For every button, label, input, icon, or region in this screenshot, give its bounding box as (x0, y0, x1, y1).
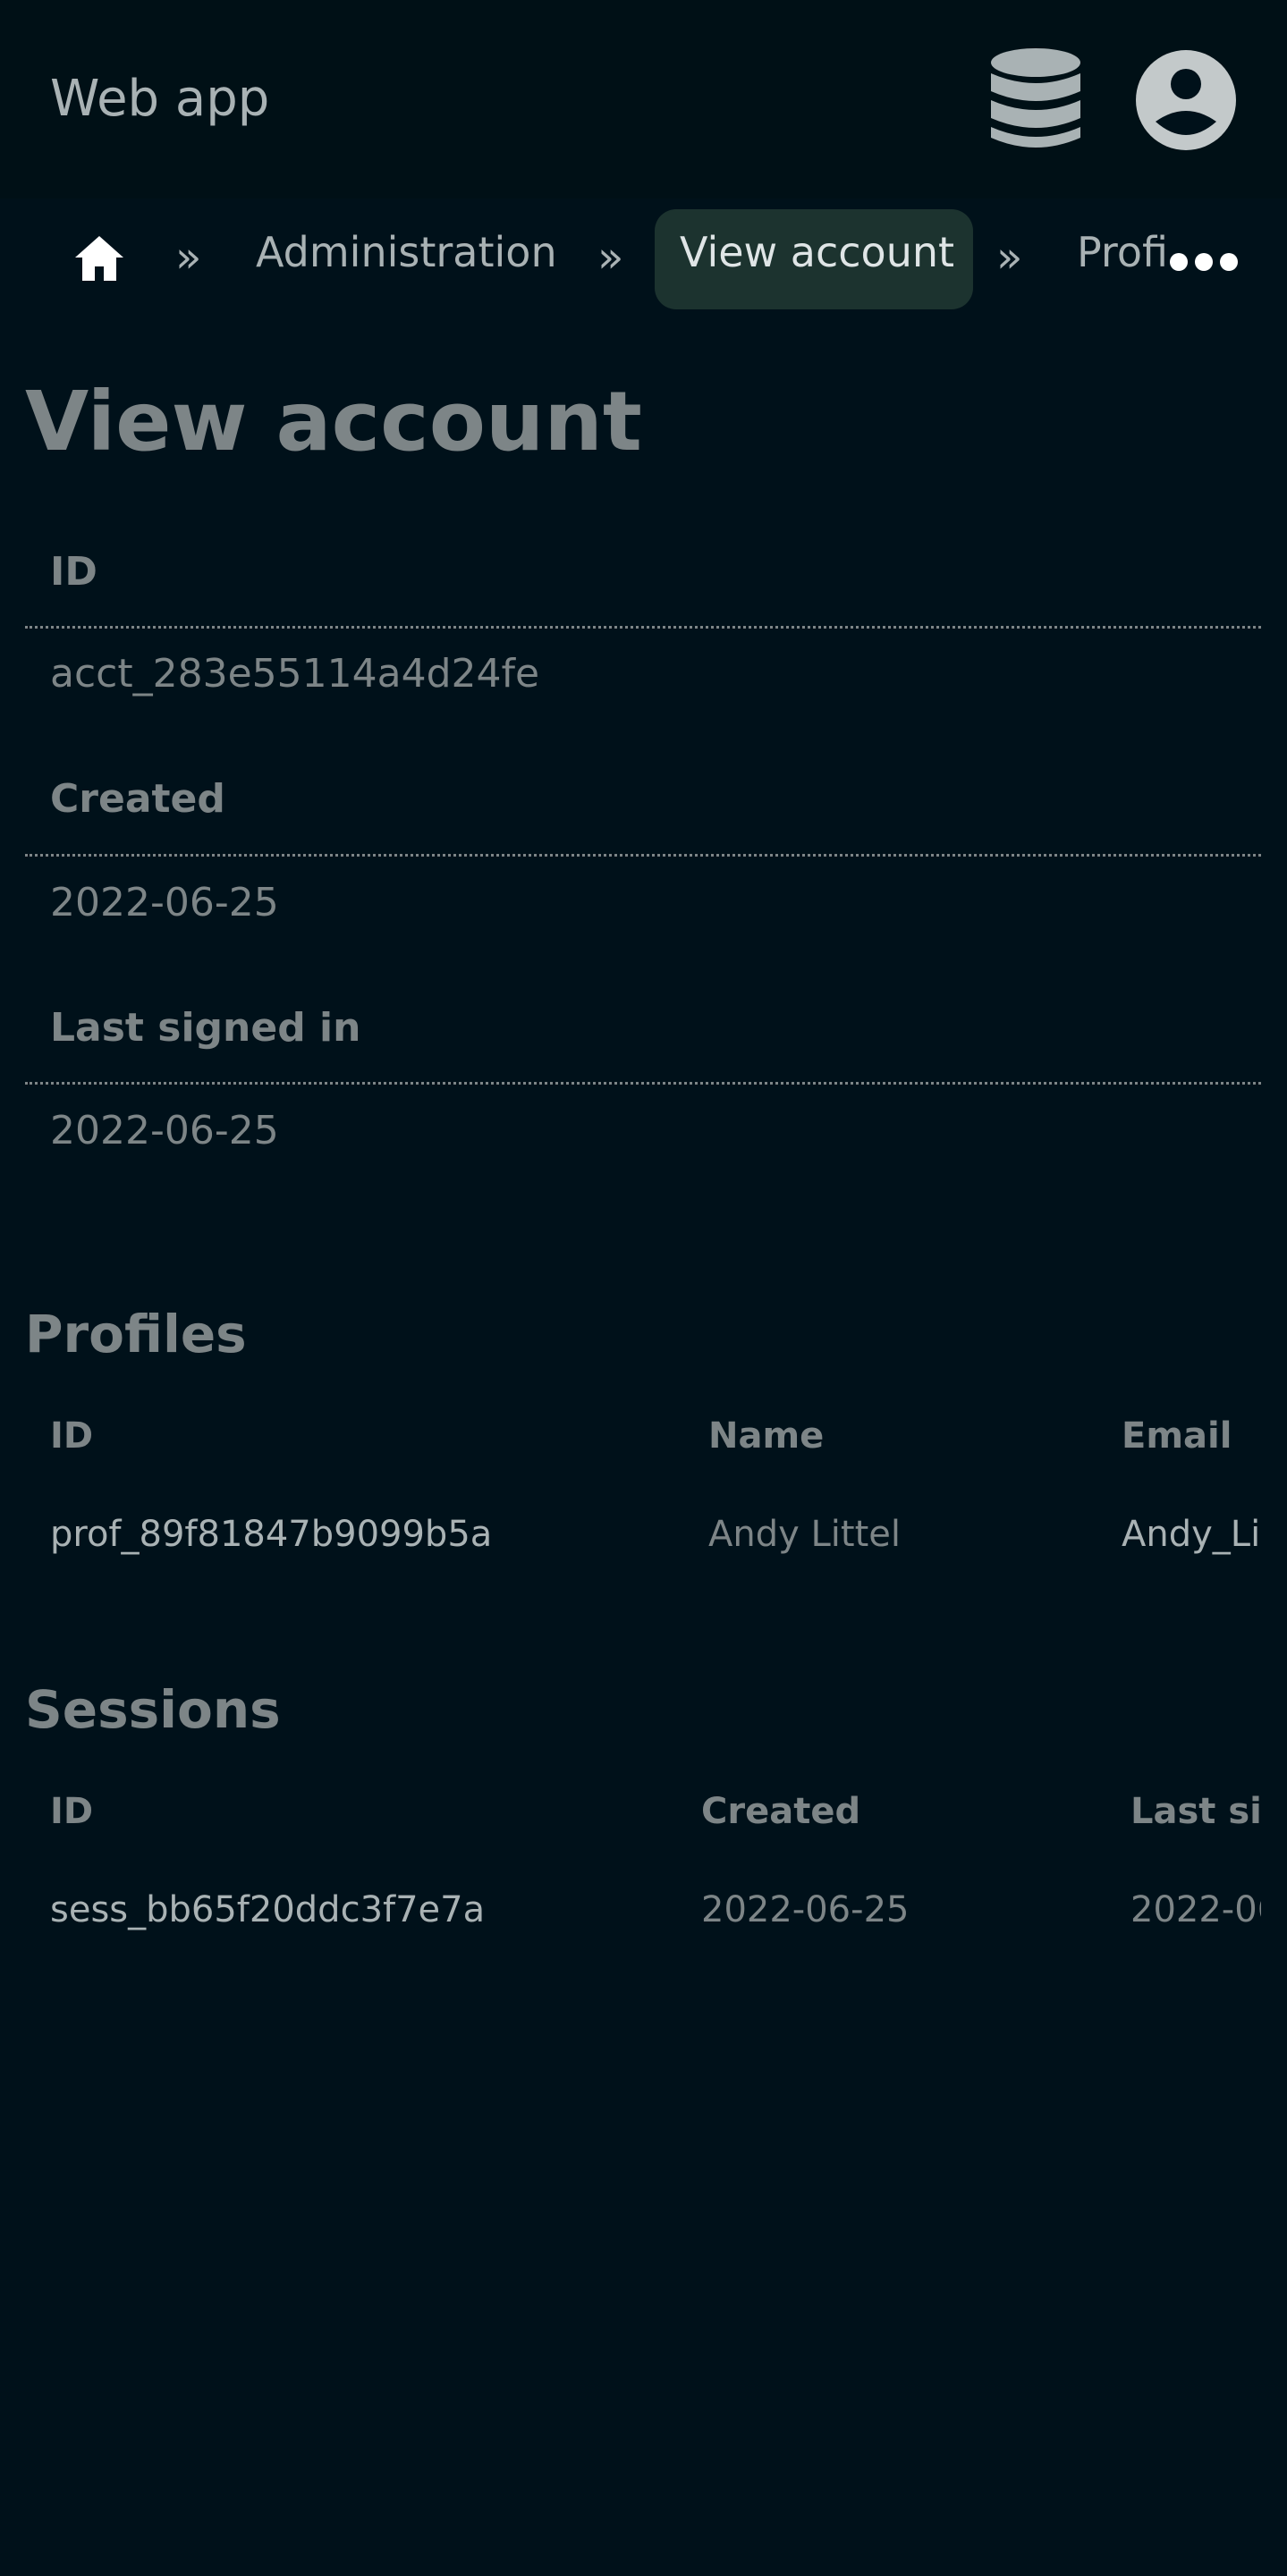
profile-email-cell: Andy_Littel (1122, 1514, 1261, 1555)
session-id-cell[interactable]: sess_bb65f20ddc3f7e7a (50, 1887, 485, 1933)
profiles-col-id: ID (50, 1415, 94, 1457)
breadcrumb-item-administration[interactable]: Administration (256, 225, 557, 279)
session-created-cell: 2022-06-25 (701, 1889, 910, 1930)
session-last-signed-cell: 2022-06-25 (1130, 1889, 1261, 1930)
profile-name-cell: Andy Littel (708, 1514, 901, 1555)
sessions-col-last-signed: Last signed in (1130, 1791, 1261, 1832)
id-label: ID (50, 549, 97, 595)
breadcrumb-separator: » (996, 232, 1023, 283)
sessions-title: Sessions (25, 1679, 281, 1740)
sessions-col-id: ID (50, 1791, 94, 1832)
more-horizontal-icon[interactable] (1163, 247, 1252, 277)
breadcrumb-item-profiles[interactable]: Profi (1077, 225, 1168, 279)
breadcrumb-separator: » (175, 232, 202, 283)
created-value: 2022-06-25 (50, 880, 279, 925)
profile-id-cell[interactable]: prof_89f81847b9099b5a (50, 1511, 492, 1558)
divider (25, 854, 1261, 857)
created-label: Created (50, 776, 225, 822)
page-title: View account (25, 374, 642, 469)
account-circle-icon[interactable] (1134, 48, 1238, 152)
divider (25, 1082, 1261, 1085)
sessions-table: ID Created Last signed in sess_bb65f20dd… (25, 1779, 1261, 1976)
home-icon[interactable] (73, 234, 125, 283)
last-signed-label: Last signed in (50, 1005, 361, 1051)
profiles-title: Profiles (25, 1304, 247, 1364)
database-icon[interactable] (989, 46, 1082, 152)
breadcrumb-item-view-account[interactable]: View account (680, 225, 954, 279)
app-header: Web app (0, 0, 1287, 198)
last-signed-value: 2022-06-25 (50, 1108, 279, 1153)
profiles-col-name: Name (708, 1415, 825, 1457)
breadcrumb-separator: » (597, 232, 624, 283)
id-value: acct_283e55114a4d24fe (50, 651, 540, 697)
profiles-col-email: Email (1122, 1415, 1232, 1457)
profiles-table: ID Name Email prof_89f81847b9099b5a Andy… (25, 1404, 1261, 1600)
app-title[interactable]: Web app (50, 68, 269, 131)
sessions-col-created: Created (701, 1791, 861, 1832)
breadcrumb: » Administration » View account » Profi (0, 198, 1287, 313)
divider (25, 626, 1261, 629)
